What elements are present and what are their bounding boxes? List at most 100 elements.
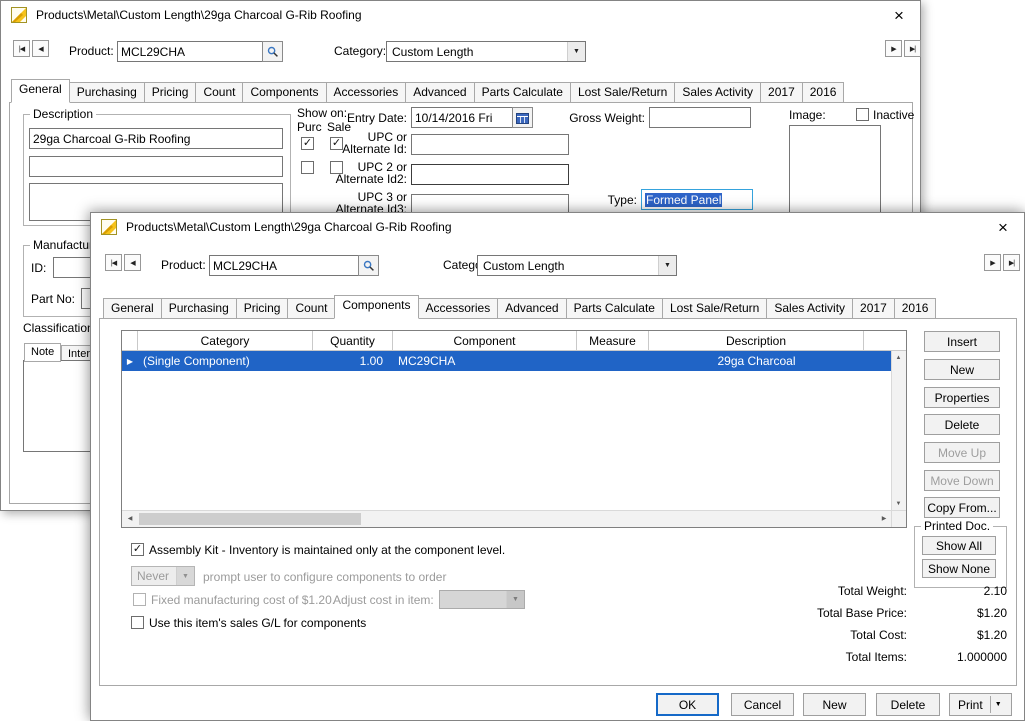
tab-2017[interactable]: 2017 — [760, 82, 803, 103]
tab-pricing[interactable]: Pricing — [236, 298, 289, 319]
grid-header-component[interactable]: Component — [393, 331, 577, 351]
close-icon[interactable]: × — [990, 215, 1016, 239]
move-down-button[interactable]: Move Down — [924, 470, 1000, 491]
cell-measure — [577, 351, 649, 371]
grid-header-description[interactable]: Description — [649, 331, 864, 351]
grid-header-quantity[interactable]: Quantity — [313, 331, 393, 351]
chevron-down-icon: ▼ — [506, 591, 524, 608]
copy-from-button[interactable]: Copy From... — [924, 497, 1000, 518]
tab-sales-activity[interactable]: Sales Activity — [766, 298, 853, 319]
show-on-purc-row1-checkbox[interactable]: ✓ — [301, 137, 314, 150]
tab-advanced[interactable]: Advanced — [497, 298, 566, 319]
type-input[interactable]: Formed Panel — [641, 189, 753, 210]
upc1-input[interactable] — [411, 134, 569, 155]
grid-vertical-scrollbar[interactable]: ▲ ▼ — [891, 351, 906, 511]
grid-horizontal-scrollbar[interactable]: ◀ ▶ — [122, 510, 892, 527]
insert-button[interactable]: Insert — [924, 331, 1000, 352]
sales-gl-checkbox[interactable] — [131, 616, 144, 629]
tab-count[interactable]: Count — [195, 82, 243, 103]
gross-weight-input[interactable] — [649, 107, 751, 128]
nav-prev-button[interactable]: ◀ — [32, 40, 49, 57]
product-input[interactable] — [117, 41, 263, 62]
print-button[interactable]: Print ▼ — [949, 693, 1012, 716]
delete-button[interactable]: Delete — [876, 693, 940, 716]
adjust-cost-dropdown[interactable]: ▼ — [439, 590, 525, 609]
product-search-button[interactable] — [262, 41, 283, 62]
tab-lost-sale-return[interactable]: Lost Sale/Return — [570, 82, 675, 103]
tab-general[interactable]: General — [103, 298, 162, 319]
show-none-button[interactable]: Show None — [922, 559, 996, 578]
nav-next-button[interactable]: ▶ — [885, 40, 902, 57]
nav-next-button[interactable]: ▶ — [984, 254, 1001, 271]
total-base-price-row: Total Base Price: $1.20 — [751, 603, 1007, 623]
move-up-button[interactable]: Move Up — [924, 442, 1000, 463]
properties-button[interactable]: Properties — [924, 387, 1000, 408]
grid-header-measure[interactable]: Measure — [577, 331, 649, 351]
new-button[interactable]: New — [803, 693, 866, 716]
scroll-right-icon[interactable]: ▶ — [876, 511, 892, 526]
entry-date-input[interactable] — [411, 107, 513, 128]
tab-parts-calculate[interactable]: Parts Calculate — [566, 298, 663, 319]
inactive-label: Inactive — [873, 108, 914, 122]
tab-purchasing[interactable]: Purchasing — [69, 82, 145, 103]
ok-button[interactable]: OK — [656, 693, 719, 716]
titlebar[interactable]: Products\Metal\Custom Length\29ga Charco… — [1, 1, 920, 29]
product-input[interactable] — [209, 255, 359, 276]
cancel-button[interactable]: Cancel — [731, 693, 794, 716]
upc2-input[interactable] — [411, 164, 569, 185]
nav-last-button[interactable]: ▶| — [1003, 254, 1020, 271]
window-title: Products\Metal\Custom Length\29ga Charco… — [126, 220, 452, 234]
tab-count[interactable]: Count — [287, 298, 335, 319]
fixed-cost-checkbox[interactable] — [133, 593, 146, 606]
delete-component-button[interactable]: Delete — [924, 414, 1000, 435]
close-icon[interactable]: × — [886, 3, 912, 27]
inactive-checkbox[interactable] — [856, 108, 869, 121]
category-dropdown[interactable]: Custom Length ▼ — [477, 255, 677, 276]
total-base-price-label: Total Base Price: — [751, 606, 907, 620]
note-tab[interactable]: Note — [24, 343, 61, 362]
nav-first-button[interactable]: |◀ — [105, 254, 122, 271]
tab-components[interactable]: Components — [242, 82, 326, 103]
category-dropdown[interactable]: Custom Length ▼ — [386, 41, 586, 62]
tab-lost-sale-return[interactable]: Lost Sale/Return — [662, 298, 767, 319]
description-line1-input[interactable] — [29, 128, 283, 149]
tab-components[interactable]: Components — [334, 295, 418, 319]
configure-dropdown[interactable]: Never ▼ — [131, 566, 195, 586]
grid-header-category[interactable]: Category — [138, 331, 313, 351]
cell-component: MC29CHA — [393, 351, 577, 371]
chevron-down-icon: ▼ — [658, 256, 676, 275]
titlebar[interactable]: Products\Metal\Custom Length\29ga Charco… — [91, 213, 1024, 241]
scrollbar-thumb[interactable] — [139, 513, 361, 525]
tab-accessories[interactable]: Accessories — [326, 82, 407, 103]
show-all-button[interactable]: Show All — [922, 536, 996, 555]
tab-2016[interactable]: 2016 — [894, 298, 937, 319]
calendar-icon — [516, 112, 529, 124]
scroll-up-icon[interactable]: ▲ — [892, 351, 905, 365]
new-component-button[interactable]: New — [924, 359, 1000, 380]
tab-2017[interactable]: 2017 — [852, 298, 895, 319]
total-weight-value: 2.10 — [907, 584, 1007, 598]
assembly-kit-checkbox[interactable]: ✓ — [131, 543, 144, 556]
description-line2-input[interactable] — [29, 156, 283, 177]
nav-first-button[interactable]: |◀ — [13, 40, 30, 57]
tab-2016[interactable]: 2016 — [802, 82, 845, 103]
total-cost-label: Total Cost: — [751, 628, 907, 642]
chevron-down-icon[interactable]: ▼ — [995, 701, 1002, 708]
tab-parts-calculate[interactable]: Parts Calculate — [474, 82, 571, 103]
product-search-button[interactable] — [358, 255, 379, 276]
nav-prev-button[interactable]: ◀ — [124, 254, 141, 271]
tab-advanced[interactable]: Advanced — [405, 82, 474, 103]
scroll-left-icon[interactable]: ◀ — [122, 511, 138, 526]
tab-pricing[interactable]: Pricing — [144, 82, 197, 103]
tab-sales-activity[interactable]: Sales Activity — [674, 82, 761, 103]
tab-general[interactable]: General — [11, 79, 70, 103]
show-on-purc-row2-checkbox[interactable] — [301, 161, 314, 174]
nav-last-button[interactable]: ▶| — [904, 40, 921, 57]
grid-row-selected[interactable]: ▶ (Single Component) 1.00 MC29CHA 29ga C… — [122, 351, 892, 371]
app-icon — [11, 7, 27, 23]
tab-accessories[interactable]: Accessories — [418, 298, 499, 319]
calendar-button[interactable] — [512, 107, 533, 128]
scroll-down-icon[interactable]: ▼ — [892, 497, 905, 511]
tab-strip: General Purchasing Pricing Count Compone… — [103, 298, 935, 319]
tab-purchasing[interactable]: Purchasing — [161, 298, 237, 319]
